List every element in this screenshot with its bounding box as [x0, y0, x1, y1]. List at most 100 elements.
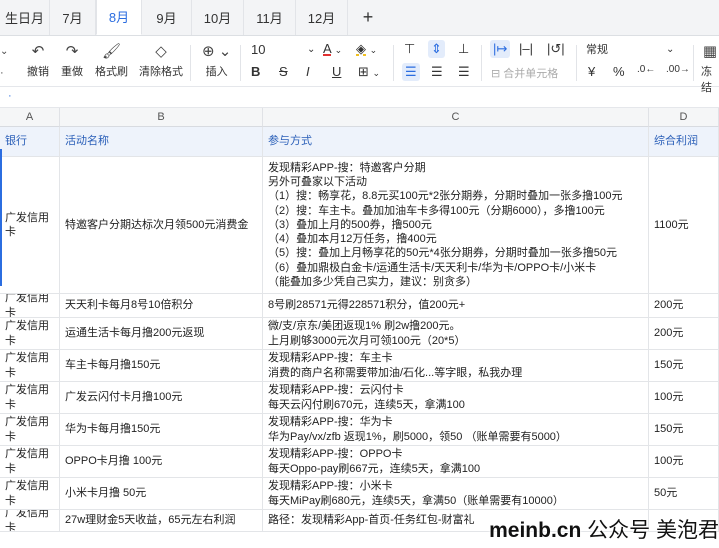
table-row: 广发信用卡 华为卡每月撸150元 发现精彩APP-搜：华为卡 华为Pay/vx/zfb…	[0, 414, 719, 446]
profit-cell[interactable]: 100元	[649, 446, 719, 477]
activity-cell[interactable]: 运通生活卡每月撸200元返现	[60, 318, 263, 349]
table-row: 广发信用卡 天天利卡每月8号10倍积分 8号刷28571元得228571积分，值20…	[0, 294, 719, 318]
column-header-a[interactable]: A	[0, 108, 60, 127]
profit-cell[interactable]: 200元	[649, 318, 719, 349]
method-line: 微/支/京东/美团返现1% 刷2w撸200元。	[268, 320, 461, 333]
undo-button[interactable]: ↶ 撤销	[27, 42, 49, 79]
watermark-site: meinb.cn	[489, 519, 582, 542]
header-cell-bank[interactable]: 银行	[0, 127, 60, 156]
tab-birthday-month[interactable]: 生日月	[0, 0, 50, 35]
fit-width-icon: |–|	[519, 41, 533, 56]
clear-format-button[interactable]: ◇ 清除格式	[139, 42, 183, 79]
more-arrow-icon[interactable]: ⌄	[0, 43, 8, 61]
currency-format-button[interactable]: ¥	[588, 63, 595, 81]
align-bottom-button[interactable]: ⊥	[458, 40, 469, 58]
redo-icon: ↷	[65, 43, 79, 60]
profit-cell[interactable]: 150元	[649, 414, 719, 445]
activity-cell[interactable]: 27w理财金5天收益，65元左右利润	[60, 510, 263, 531]
method-cell[interactable]: 发现精彩APP-搜：车主卡 消费的商户名称需要带加油/石化...等字眼，私我办理	[263, 350, 649, 381]
underline-button[interactable]: U	[332, 63, 341, 81]
border-button[interactable]: ⊞ ⌄	[358, 63, 380, 82]
column-header-d[interactable]: D	[649, 108, 719, 127]
method-line: 发现精彩APP-搜：华为卡	[268, 416, 393, 429]
table-row: 广发信用卡 车主卡每月撸150元 发现精彩APP-搜：车主卡 消费的商户名称需要带加油…	[0, 350, 719, 382]
method-line: 华为Pay/vx/zfb 返现1%，刷5000，领50 （账单需要有5000）	[268, 430, 567, 443]
method-cell[interactable]: 发现精彩APP-搜：OPPO卡 每天Oppo-pay刷667元，连续5天，拿满10…	[263, 446, 649, 477]
profit-cell[interactable]: 100元	[649, 382, 719, 413]
align-top-icon: ⊤	[404, 41, 416, 56]
method-lines: 发现精彩APP-搜：OPPO卡 每天Oppo-pay刷667元，连续5天，拿满10…	[268, 447, 480, 475]
bank-cell[interactable]: 广发信用卡	[0, 294, 60, 317]
increase-decimal-button[interactable]: .00→	[666, 61, 690, 79]
toolbar-divider	[576, 45, 577, 81]
activity-cell[interactable]: 天天利卡每月8号10倍积分	[60, 294, 263, 317]
font-size-select[interactable]: 10 ⌄	[251, 41, 315, 59]
header-cell-profit[interactable]: 综合利润	[649, 127, 719, 156]
formula-bar[interactable]: ·	[0, 88, 719, 108]
format-painter-button[interactable]: 🖌 格式刷	[95, 42, 128, 79]
percent-format-button[interactable]: %	[613, 63, 625, 81]
text-direction-button[interactable]: |↺|	[547, 40, 565, 58]
italic-button[interactable]: I	[306, 63, 310, 81]
header-cell-method[interactable]: 参与方式	[263, 127, 649, 156]
profit-cell[interactable]: 200元	[649, 294, 719, 317]
strikethrough-button[interactable]: S	[279, 63, 288, 81]
add-sheet-button[interactable]: +	[348, 0, 388, 35]
align-right-button[interactable]: ☰	[458, 63, 470, 81]
toolbar-divider	[190, 45, 191, 81]
method-cell[interactable]: 8号刷28571元得228571积分，值200元+	[263, 294, 649, 317]
tab-september[interactable]: 9月	[142, 0, 192, 35]
redo-button[interactable]: ↷ 重做	[61, 42, 83, 79]
number-format-select[interactable]: 常规 ⌄	[586, 41, 678, 59]
method-cell[interactable]: 发现精彩APP-搜：特邀客户分期 另外可叠家以下活动 （1）搜：畅享花，8.8元买1…	[263, 157, 649, 293]
method-line: 发现精彩APP-搜：OPPO卡	[268, 448, 403, 461]
profit-cell[interactable]: 50元	[649, 478, 719, 509]
activity-cell[interactable]: OPPO卡月撸 100元	[60, 446, 263, 477]
cell-indicator-icon: ·	[8, 90, 12, 102]
header-cell-activity[interactable]: 活动名称	[60, 127, 263, 156]
method-cell[interactable]: 微/支/京东/美团返现1% 刷2w撸200元。 上月刷够3000元次月可领100元…	[263, 318, 649, 349]
insert-button[interactable]: ⊕ ⌄ 插入	[202, 42, 231, 79]
profit-cell[interactable]: 1100元	[649, 157, 719, 293]
column-header-b[interactable]: B	[60, 108, 263, 127]
bank-cell[interactable]: 广发信用卡	[0, 510, 60, 531]
fill-color-button[interactable]: ◈ ⌄	[356, 40, 377, 59]
tab-august[interactable]: 8月	[96, 0, 142, 35]
column-header-c[interactable]: C	[263, 108, 649, 127]
align-center-button[interactable]: ☰	[431, 63, 443, 81]
bank-cell[interactable]: 广发信用卡	[0, 478, 60, 509]
tab-october[interactable]: 10月	[192, 0, 244, 35]
align-top-button[interactable]: ⊤	[404, 40, 415, 58]
bank-cell[interactable]: 广发信用卡	[0, 318, 60, 349]
method-cell[interactable]: 发现精彩APP-搜：小米卡 每天MiPay刷680元，连续5天，拿满50（账单需要…	[263, 478, 649, 509]
method-lines: 发现精彩APP-搜：小米卡 每天MiPay刷680元，连续5天，拿满50（账单需要…	[268, 479, 564, 507]
bank-cell[interactable]: 广发信用卡	[0, 350, 60, 381]
currency-icon: ¥	[588, 64, 596, 79]
toolbar-divider	[393, 45, 394, 81]
fit-column-button[interactable]: |–|	[519, 40, 533, 58]
bold-icon: B	[251, 64, 261, 79]
profit-cell[interactable]: 150元	[649, 350, 719, 381]
bank-cell[interactable]: 广发信用卡	[0, 446, 60, 477]
activity-cell[interactable]: 广发云闪付卡月撸100元	[60, 382, 263, 413]
align-middle-button[interactable]: ⇕	[428, 40, 445, 58]
font-color-button[interactable]: A ⌄	[323, 40, 342, 59]
method-cell[interactable]: 发现精彩APP-搜：华为卡 华为Pay/vx/zfb 返现1%，刷5000，领50…	[263, 414, 649, 445]
activity-cell[interactable]: 车主卡每月撸150元	[60, 350, 263, 381]
activity-cell[interactable]: 特邀客户分期达标次月领500元消费金	[60, 157, 263, 293]
activity-cell[interactable]: 小米卡月撸 50元	[60, 478, 263, 509]
plus-icon: +	[362, 6, 374, 27]
align-left-button[interactable]: ☰	[402, 63, 420, 81]
method-cell[interactable]: 发现精彩APP-搜：云闪付卡 每天云闪付刷670元，连续5天，拿满100	[263, 382, 649, 413]
merge-cells-button[interactable]: ⊟ 合并单元格	[491, 65, 558, 83]
bank-cell[interactable]: 广发信用卡	[0, 157, 60, 293]
bank-cell[interactable]: 广发信用卡	[0, 414, 60, 445]
wrap-text-button[interactable]: |↦	[490, 40, 511, 58]
tab-december[interactable]: 12月	[296, 0, 348, 35]
tab-november[interactable]: 11月	[244, 0, 296, 35]
bank-cell[interactable]: 广发信用卡	[0, 382, 60, 413]
bold-button[interactable]: B	[251, 63, 260, 81]
decrease-decimal-button[interactable]: .0←	[637, 61, 655, 79]
tab-july[interactable]: 7月	[50, 0, 96, 35]
activity-cell[interactable]: 华为卡每月撸150元	[60, 414, 263, 445]
